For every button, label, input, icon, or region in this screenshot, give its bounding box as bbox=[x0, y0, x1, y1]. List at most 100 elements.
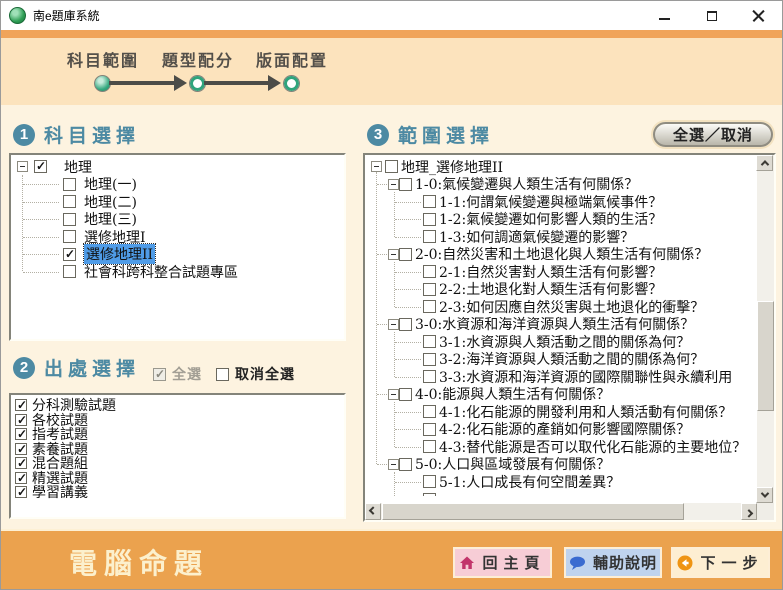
close-button[interactable] bbox=[735, 1, 782, 30]
scope-checkbox[interactable] bbox=[399, 248, 412, 261]
collapse-icon[interactable] bbox=[388, 319, 399, 330]
scope-checkbox[interactable] bbox=[423, 475, 436, 488]
subject-tree: 地理 地理(一) 地理(二) 地理(三) 選修地理I 選修地理II bbox=[11, 155, 344, 339]
tree-row: 3-2:海洋資源與人類活動之間的關係為何？ bbox=[365, 351, 757, 369]
scope-checkbox[interactable] bbox=[423, 213, 436, 226]
collapse-icon[interactable] bbox=[388, 459, 399, 470]
scope-checkbox[interactable] bbox=[399, 458, 412, 471]
vertical-scroll-thumb[interactable] bbox=[757, 301, 774, 411]
tree-row: 1-0:氣候變遷與人類生活有何關係？ bbox=[365, 176, 757, 194]
scope-checkbox[interactable] bbox=[399, 388, 412, 401]
scope-section-header: 3 範圍選擇 bbox=[367, 121, 494, 148]
tree-row: 選修地理II bbox=[11, 246, 344, 264]
subject-checkbox[interactable] bbox=[63, 265, 76, 278]
scope-checkbox[interactable] bbox=[423, 195, 436, 208]
collapse-icon[interactable] bbox=[17, 161, 28, 172]
select-all-toggle-button[interactable]: 全選／取消 bbox=[653, 122, 773, 147]
scroll-left-button[interactable] bbox=[365, 503, 381, 520]
horizontal-scroll-thumb[interactable] bbox=[382, 503, 684, 520]
speech-bubble-icon bbox=[569, 555, 586, 571]
scope-checkbox[interactable] bbox=[399, 178, 412, 191]
collapse-icon[interactable] bbox=[371, 161, 382, 172]
subject-checkbox[interactable] bbox=[63, 178, 76, 191]
scope-checkbox[interactable] bbox=[423, 335, 436, 348]
house-icon bbox=[459, 555, 475, 571]
tree-row: 4-3:替代能源是否可以取代化石能源的主要地位？ bbox=[365, 438, 757, 456]
scroll-right-button[interactable] bbox=[741, 503, 757, 520]
tree-row: 地理(一) bbox=[11, 176, 344, 194]
footer-brand-title: 電腦命題 bbox=[69, 542, 209, 582]
chevron-left-icon bbox=[369, 506, 377, 514]
top-orange-strip bbox=[1, 30, 782, 38]
tree-row: 地理 bbox=[11, 158, 344, 176]
deselect-all-checkbox[interactable] bbox=[216, 368, 229, 381]
scope-checkbox[interactable] bbox=[423, 230, 436, 243]
scope-label[interactable]: 5-1:人口成長有何空間差異？ bbox=[439, 472, 620, 492]
next-button-label: 下一步 bbox=[700, 552, 763, 573]
source-checkbox[interactable] bbox=[15, 443, 27, 455]
subject-checkbox[interactable] bbox=[63, 213, 76, 226]
section-title: 出處選擇 bbox=[44, 354, 140, 381]
scope-vertical-scrollbar[interactable] bbox=[757, 155, 774, 503]
deselect-all-control: 取消全選 bbox=[216, 364, 295, 384]
source-checkbox[interactable] bbox=[15, 486, 27, 498]
scope-checkbox[interactable] bbox=[423, 300, 436, 313]
scrollbar-corner bbox=[757, 503, 774, 520]
chevron-up-icon bbox=[760, 160, 768, 168]
step-label-layout-config: 版面配置 bbox=[237, 47, 347, 71]
section-number-badge: 3 bbox=[367, 124, 389, 146]
minimize-button[interactable] bbox=[641, 1, 688, 30]
tree-row: 3-0:水資源和海洋資源與人類生活有何關係？ bbox=[365, 316, 757, 334]
tree-row: 地理(三) bbox=[11, 211, 344, 229]
scope-checkbox[interactable] bbox=[423, 405, 436, 418]
collapse-icon[interactable] bbox=[388, 389, 399, 400]
tree-row: 2-3:如何因應自然災害與土地退化的衝擊？ bbox=[365, 298, 757, 316]
subject-checkbox[interactable] bbox=[63, 195, 76, 208]
scope-checkbox[interactable] bbox=[399, 318, 412, 331]
tree-row: 4-0:能源與人類生活有何關係？ bbox=[365, 386, 757, 404]
tree-row: 4-1:化石能源的開發利用和人類活動有何關係？ bbox=[365, 403, 757, 421]
arrow-left-circle-icon bbox=[677, 555, 693, 571]
scroll-down-button[interactable] bbox=[756, 487, 773, 503]
source-checkbox[interactable] bbox=[15, 457, 27, 469]
tree-row: 1-3:如何調適氣候變遷的影響？ bbox=[365, 228, 757, 246]
tree-row: 2-1:自然災害對人類生活有何影響？ bbox=[365, 263, 757, 281]
subject-root-checkbox[interactable] bbox=[34, 160, 47, 173]
subject-checkbox[interactable] bbox=[63, 230, 76, 243]
step-dot-3 bbox=[283, 75, 300, 92]
subject-label[interactable]: 社會科跨科整合試題專區 bbox=[84, 262, 238, 282]
close-icon bbox=[752, 9, 765, 22]
scope-checkbox[interactable] bbox=[423, 283, 436, 296]
section-number-badge: 1 bbox=[13, 124, 35, 146]
collapse-icon[interactable] bbox=[388, 249, 399, 260]
section-title: 科目選擇 bbox=[44, 121, 140, 148]
scope-checkbox[interactable] bbox=[423, 370, 436, 383]
source-list: 分科測驗試題 各校試題 指考試題 素養試題 混合題組 精選試題 bbox=[11, 395, 344, 517]
scroll-up-button[interactable] bbox=[756, 155, 773, 171]
source-label[interactable]: 學習講義 bbox=[32, 482, 88, 502]
scope-horizontal-scrollbar[interactable] bbox=[365, 503, 757, 520]
step-arrow-icon bbox=[268, 75, 281, 91]
home-button[interactable]: 回主頁 bbox=[453, 547, 552, 578]
source-checkbox[interactable] bbox=[15, 428, 27, 440]
source-checkbox[interactable] bbox=[15, 399, 27, 411]
scope-checkbox[interactable] bbox=[423, 353, 436, 366]
maximize-button[interactable] bbox=[688, 1, 735, 30]
source-checkbox[interactable] bbox=[15, 472, 27, 484]
tree-row: 社會科跨科整合試題專區 bbox=[11, 263, 344, 281]
select-all-checkbox[interactable] bbox=[153, 368, 166, 381]
collapse-icon[interactable] bbox=[388, 179, 399, 190]
tree-row: 選修地理I bbox=[11, 228, 344, 246]
scope-checkbox[interactable] bbox=[423, 440, 436, 453]
scope-root-checkbox[interactable] bbox=[385, 160, 398, 173]
scope-checkbox[interactable] bbox=[423, 493, 436, 496]
source-checkbox[interactable] bbox=[15, 414, 27, 426]
scope-tree-panel: 地理_選修地理II 1-0:氣候變遷與人類生活有何關係？ 1-1:何謂氣候變遷與… bbox=[363, 153, 776, 522]
help-button[interactable]: 輔助說明 bbox=[564, 547, 662, 578]
subject-checkbox-selected[interactable] bbox=[63, 248, 76, 261]
tree-row bbox=[365, 491, 757, 497]
next-step-button[interactable]: 下一步 bbox=[671, 547, 770, 578]
scope-checkbox[interactable] bbox=[423, 265, 436, 278]
tree-row: 2-0:自然災害和土地退化與人類生活有何關係？ bbox=[365, 246, 757, 264]
scope-checkbox[interactable] bbox=[423, 423, 436, 436]
